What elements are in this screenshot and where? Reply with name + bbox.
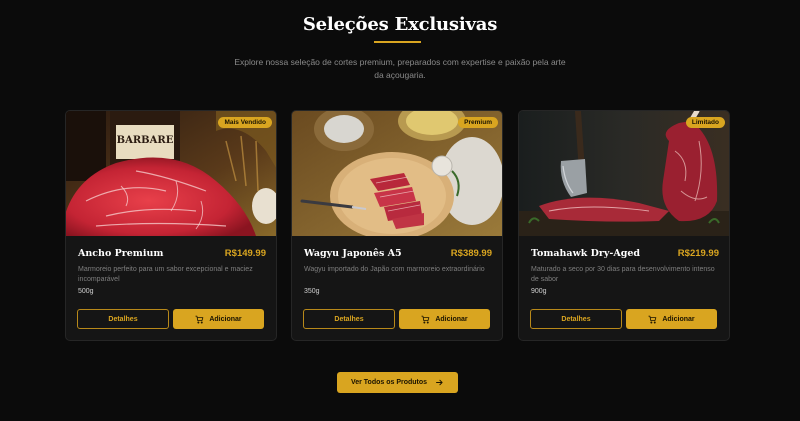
bottle-label-text: BARBARE	[117, 135, 174, 146]
arrow-right-icon	[436, 379, 443, 386]
title-underline	[374, 41, 421, 43]
add-button-label: Adicionar	[435, 315, 468, 323]
product-price: R$149.99	[224, 248, 266, 259]
details-button[interactable]: Detalhes	[77, 309, 169, 329]
product-weight: 900g	[531, 288, 547, 295]
product-description: Maturado a seco por 30 dias para desenvo…	[531, 266, 715, 283]
product-card-body: Tomahawk Dry-Aged R$219.99 Maturado a se…	[519, 236, 729, 340]
product-card-body: Ancho Premium R$149.99 Marmoreio perfeit…	[66, 236, 276, 340]
details-button[interactable]: Detalhes	[530, 309, 622, 329]
product-card: Limitado Tomahawk Dry-Aged R$219.99 Matu…	[518, 110, 730, 341]
add-to-cart-button[interactable]: Adicionar	[173, 309, 264, 329]
product-name: Ancho Premium	[78, 248, 164, 259]
product-image-wagyu[interactable]: Premium	[292, 111, 502, 236]
product-card: Premium Wagyu Japonês A5 R$389.99 Wagyu …	[291, 110, 503, 341]
product-image-tomahawk[interactable]: Limitado	[519, 111, 729, 236]
cart-icon	[421, 315, 430, 323]
cart-icon	[195, 315, 204, 323]
product-weight: 500g	[78, 288, 94, 295]
product-description: Marmoreio perfeito para um sabor excepci…	[78, 266, 253, 283]
product-card-body: Wagyu Japonês A5 R$389.99 Wagyu importad…	[292, 236, 502, 340]
product-image-ancho[interactable]: BARBARE Mais Vendido	[66, 111, 276, 236]
product-card: BARBARE Mais Vendido Ancho Premium R$149…	[65, 110, 277, 341]
product-badge: Mais Vendido	[218, 117, 272, 128]
add-button-label: Adicionar	[662, 315, 695, 323]
product-name: Tomahawk Dry-Aged	[531, 248, 641, 259]
product-badge: Limitado	[685, 117, 725, 128]
product-description: Wagyu importado do Japão com marmoreio e…	[304, 266, 485, 273]
add-to-cart-button[interactable]: Adicionar	[399, 309, 490, 329]
product-price: R$219.99	[677, 248, 719, 259]
product-price: R$389.99	[450, 248, 492, 259]
view-all-products-button[interactable]: Ver Todos os Produtos	[337, 372, 458, 393]
section-subtitle: Explore nossa seleção de cortes premium,…	[234, 57, 566, 80]
details-button[interactable]: Detalhes	[303, 309, 395, 329]
product-badge: Premium	[458, 117, 498, 128]
details-button-label: Detalhes	[561, 315, 591, 323]
view-all-label: Ver Todos os Produtos	[350, 379, 428, 386]
section-title: Seleções Exclusivas	[302, 14, 498, 35]
product-name: Wagyu Japonês A5	[304, 248, 402, 259]
details-button-label: Detalhes	[334, 315, 364, 323]
add-button-label: Adicionar	[209, 315, 242, 323]
details-button-label: Detalhes	[108, 315, 138, 323]
product-weight: 350g	[304, 288, 320, 295]
cart-icon	[648, 315, 657, 323]
add-to-cart-button[interactable]: Adicionar	[626, 309, 717, 329]
